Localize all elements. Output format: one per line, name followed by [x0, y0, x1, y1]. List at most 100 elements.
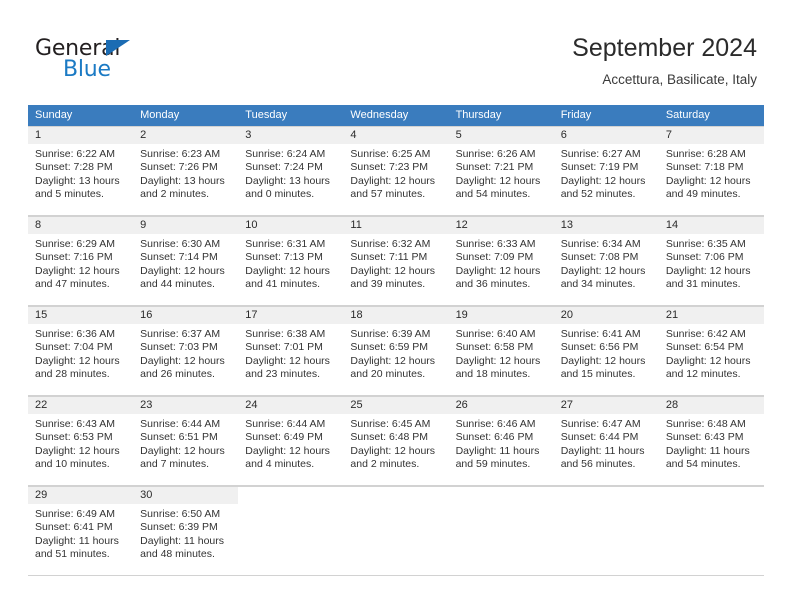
- day-number: 24: [238, 397, 344, 414]
- daylight-text-line1: Daylight: 12 hours: [350, 264, 436, 277]
- day-number: 13: [553, 217, 659, 234]
- day-number: 12: [448, 217, 554, 234]
- daylight-text-line1: Daylight: 12 hours: [350, 354, 436, 367]
- calendar-day-cell[interactable]: 21 Sunrise: 6:42 AM Sunset: 6:54 PM Dayligh…: [658, 306, 764, 396]
- calendar-day-cell[interactable]: 8 Sunrise: 6:29 AM Sunset: 7:16 PM Daylight…: [28, 216, 134, 306]
- day-cell-inner: 24 Sunrise: 6:44 AM Sunset: 6:49 PM Dayligh…: [238, 396, 344, 486]
- calendar-day-cell[interactable]: 18 Sunrise: 6:39 AM Sunset: 6:59 PM Dayligh…: [343, 306, 449, 396]
- sunrise-text: Sunrise: 6:44 AM: [140, 418, 221, 430]
- day-number: 19: [448, 307, 554, 324]
- day-details: Sunrise: 6:38 AM Sunset: 7:01 PM Daylight:…: [238, 324, 343, 382]
- day-details: Sunrise: 6:33 AM Sunset: 7:09 PM Daylight:…: [449, 234, 554, 292]
- sunset-text: Sunset: 6:58 PM: [455, 341, 534, 354]
- daylight-text-line1: Daylight: 12 hours: [560, 264, 646, 277]
- calendar-day-cell[interactable]: 15 Sunrise: 6:36 AM Sunset: 7:04 PM Dayligh…: [28, 306, 134, 396]
- daylight-text-line1: Daylight: 12 hours: [350, 444, 436, 457]
- calendar-day-cell[interactable]: 3 Sunrise: 6:24 AM Sunset: 7:24 PM Daylight…: [238, 126, 344, 216]
- day-cell-inner: [238, 486, 344, 576]
- daylight-text-line1: Daylight: 12 hours: [560, 174, 646, 187]
- day-number: 2: [133, 127, 239, 144]
- sunset-text: Sunset: 7:19 PM: [560, 161, 639, 174]
- day-number: 5: [448, 127, 554, 144]
- calendar-day-cell[interactable]: 25 Sunrise: 6:45 AM Sunset: 6:48 PM Dayligh…: [343, 396, 449, 486]
- daylight-text-line1: Daylight: 12 hours: [665, 354, 751, 367]
- calendar-day-cell[interactable]: 9 Sunrise: 6:30 AM Sunset: 7:14 PM Daylight…: [133, 216, 239, 306]
- day-details: Sunrise: 6:48 AM Sunset: 6:43 PM Daylight:…: [659, 414, 764, 472]
- day-cell-inner: 18 Sunrise: 6:39 AM Sunset: 6:59 PM Dayligh…: [343, 306, 449, 396]
- daylight-text-line2: and 54 minutes.: [665, 458, 741, 471]
- calendar-day-cell[interactable]: 26 Sunrise: 6:46 AM Sunset: 6:46 PM Dayligh…: [448, 396, 554, 486]
- calendar-page: General Blue September 2024 Accettura, B…: [0, 0, 792, 612]
- calendar-day-cell[interactable]: 16 Sunrise: 6:37 AM Sunset: 7:03 PM Dayligh…: [133, 306, 239, 396]
- calendar-day-cell[interactable]: 24 Sunrise: 6:44 AM Sunset: 6:49 PM Dayligh…: [238, 396, 344, 486]
- day-number: 28: [658, 397, 764, 414]
- calendar-empty-cell: [448, 486, 554, 576]
- calendar-day-cell[interactable]: 1 Sunrise: 6:22 AM Sunset: 7:28 PM Daylight…: [28, 126, 134, 216]
- daylight-text-line2: and 41 minutes.: [245, 278, 320, 291]
- sunset-text: Sunset: 7:06 PM: [665, 251, 744, 264]
- calendar-day-cell[interactable]: 30 Sunrise: 6:50 AM Sunset: 6:39 PM Dayligh…: [133, 486, 239, 576]
- calendar-day-cell[interactable]: 28 Sunrise: 6:48 AM Sunset: 6:43 PM Dayligh…: [658, 396, 764, 486]
- generalblue-logo[interactable]: General Blue: [35, 37, 195, 83]
- day-number: 15: [28, 307, 134, 324]
- day-number: 27: [553, 397, 659, 414]
- daylight-text-line1: Daylight: 12 hours: [35, 354, 120, 367]
- day-cell-inner: 6 Sunrise: 6:27 AM Sunset: 7:19 PM Daylight…: [553, 126, 659, 216]
- day-cell-inner: 22 Sunrise: 6:43 AM Sunset: 6:53 PM Dayligh…: [28, 396, 134, 486]
- sunset-text: Sunset: 6:39 PM: [140, 521, 218, 534]
- calendar-day-cell[interactable]: 6 Sunrise: 6:27 AM Sunset: 7:19 PM Daylight…: [553, 126, 659, 216]
- calendar-day-cell[interactable]: 19 Sunrise: 6:40 AM Sunset: 6:58 PM Dayligh…: [448, 306, 554, 396]
- sunset-text: Sunset: 6:53 PM: [35, 431, 113, 444]
- calendar-day-cell[interactable]: 14 Sunrise: 6:35 AM Sunset: 7:06 PM Dayligh…: [658, 216, 764, 306]
- daylight-text-line2: and 34 minutes.: [560, 278, 636, 291]
- calendar-day-cell[interactable]: 7 Sunrise: 6:28 AM Sunset: 7:18 PM Daylight…: [658, 126, 764, 216]
- sunrise-text: Sunrise: 6:48 AM: [665, 418, 746, 430]
- day-number: [238, 487, 344, 504]
- calendar-day-cell[interactable]: 11 Sunrise: 6:32 AM Sunset: 7:11 PM Dayligh…: [343, 216, 449, 306]
- calendar-day-cell[interactable]: 4 Sunrise: 6:25 AM Sunset: 7:23 PM Daylight…: [343, 126, 449, 216]
- day-cell-inner: 29 Sunrise: 6:49 AM Sunset: 6:41 PM Dayligh…: [28, 486, 134, 576]
- sunrise-text: Sunrise: 6:47 AM: [560, 418, 641, 430]
- calendar-day-cell[interactable]: 29 Sunrise: 6:49 AM Sunset: 6:41 PM Dayligh…: [28, 486, 134, 576]
- day-cell-inner: 10 Sunrise: 6:31 AM Sunset: 7:13 PM Dayligh…: [238, 216, 344, 306]
- daylight-text-line2: and 39 minutes.: [350, 278, 426, 291]
- sunrise-text: Sunrise: 6:49 AM: [35, 508, 115, 520]
- daylight-text-line1: Daylight: 11 hours: [665, 444, 750, 457]
- calendar-day-cell[interactable]: 5 Sunrise: 6:26 AM Sunset: 7:21 PM Daylight…: [448, 126, 554, 216]
- daylight-text-line2: and 23 minutes.: [245, 368, 320, 381]
- day-cell-inner: 16 Sunrise: 6:37 AM Sunset: 7:03 PM Dayligh…: [133, 306, 239, 396]
- calendar-week-row: 8 Sunrise: 6:29 AM Sunset: 7:16 PM Daylight…: [28, 216, 764, 306]
- calendar-day-cell[interactable]: 27 Sunrise: 6:47 AM Sunset: 6:44 PM Dayligh…: [553, 396, 659, 486]
- day-number: 26: [448, 397, 554, 414]
- daylight-text-line1: Daylight: 11 hours: [455, 444, 540, 457]
- day-number: 6: [553, 127, 659, 144]
- calendar-day-cell[interactable]: 20 Sunrise: 6:41 AM Sunset: 6:56 PM Dayligh…: [553, 306, 659, 396]
- calendar-day-cell[interactable]: 2 Sunrise: 6:23 AM Sunset: 7:26 PM Daylight…: [133, 126, 239, 216]
- calendar-day-cell[interactable]: 17 Sunrise: 6:38 AM Sunset: 7:01 PM Dayligh…: [238, 306, 344, 396]
- calendar-week-row: 15 Sunrise: 6:36 AM Sunset: 7:04 PM Dayligh…: [28, 306, 764, 396]
- day-cell-inner: 1 Sunrise: 6:22 AM Sunset: 7:28 PM Daylight…: [28, 126, 134, 216]
- daylight-text-line1: Daylight: 12 hours: [140, 354, 225, 367]
- daylight-text-line1: Daylight: 12 hours: [35, 444, 120, 457]
- day-number: 10: [238, 217, 344, 234]
- daylight-text-line1: Daylight: 12 hours: [665, 264, 751, 277]
- calendar-day-cell[interactable]: 12 Sunrise: 6:33 AM Sunset: 7:09 PM Dayligh…: [448, 216, 554, 306]
- sunrise-text: Sunrise: 6:25 AM: [350, 148, 431, 160]
- day-cell-inner: [343, 486, 449, 576]
- day-number: 22: [28, 397, 134, 414]
- sunrise-text: Sunrise: 6:46 AM: [455, 418, 536, 430]
- calendar-empty-cell: [553, 486, 659, 576]
- logo-triangle-icon: [106, 40, 130, 56]
- calendar-day-cell[interactable]: 13 Sunrise: 6:34 AM Sunset: 7:08 PM Dayligh…: [553, 216, 659, 306]
- day-details: Sunrise: 6:40 AM Sunset: 6:58 PM Daylight:…: [449, 324, 554, 382]
- calendar-day-cell[interactable]: 10 Sunrise: 6:31 AM Sunset: 7:13 PM Dayligh…: [238, 216, 344, 306]
- sunrise-text: Sunrise: 6:44 AM: [245, 418, 326, 430]
- sunrise-text: Sunrise: 6:22 AM: [35, 148, 115, 160]
- day-number: 11: [343, 217, 449, 234]
- calendar-day-cell[interactable]: 22 Sunrise: 6:43 AM Sunset: 6:53 PM Dayligh…: [28, 396, 134, 486]
- calendar-day-cell[interactable]: 23 Sunrise: 6:44 AM Sunset: 6:51 PM Dayligh…: [133, 396, 239, 486]
- day-number: 30: [133, 487, 239, 504]
- day-number: 25: [343, 397, 449, 414]
- day-cell-inner: 21 Sunrise: 6:42 AM Sunset: 6:54 PM Dayligh…: [658, 306, 764, 396]
- day-cell-inner: [553, 486, 659, 576]
